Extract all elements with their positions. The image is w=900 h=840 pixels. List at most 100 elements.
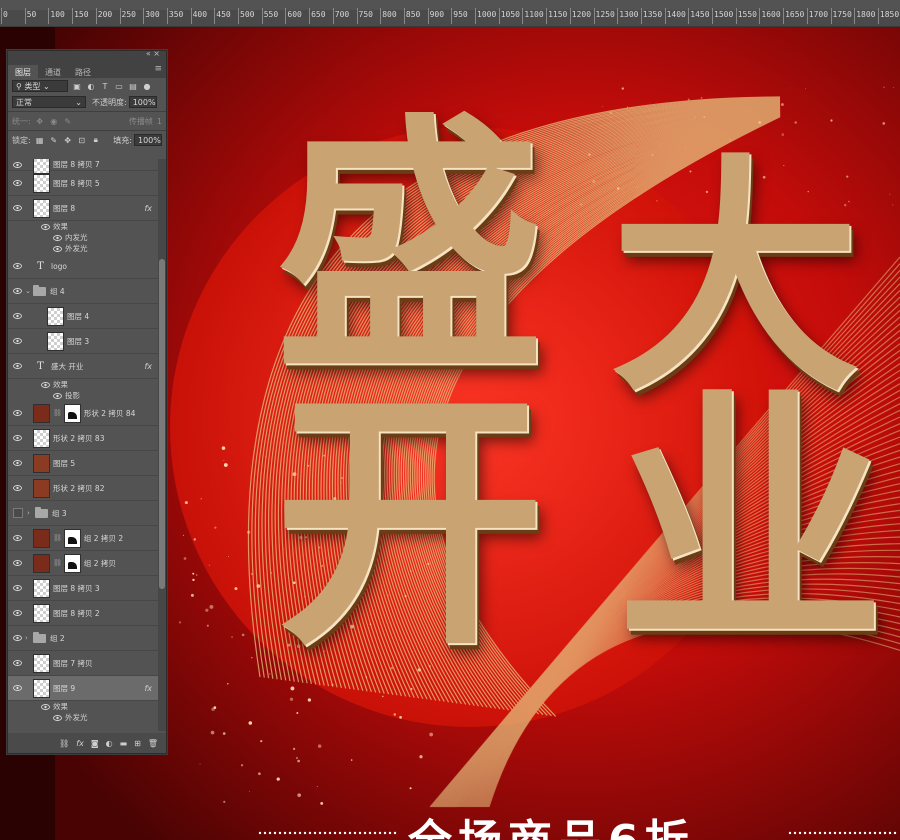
eye-icon[interactable] xyxy=(12,608,22,618)
layer-effects-row[interactable]: 效果 xyxy=(8,701,158,712)
effect-visibility-icon[interactable] xyxy=(52,391,62,401)
layer-effects-row[interactable]: 效果 xyxy=(8,221,158,232)
adjustment-icon[interactable]: ◐ xyxy=(106,739,113,748)
eye-icon[interactable] xyxy=(12,583,22,593)
scrollbar-thumb[interactable] xyxy=(159,259,165,589)
eye-icon[interactable] xyxy=(12,408,22,418)
eye-icon[interactable] xyxy=(12,558,22,568)
effect-visibility-icon[interactable] xyxy=(52,713,62,723)
effect-visibility-icon[interactable] xyxy=(52,244,62,254)
smart-object-filter-icon[interactable]: ▤ xyxy=(128,81,138,91)
layer-effect-item[interactable]: 外发光 xyxy=(8,243,158,254)
lock-artboard-icon[interactable]: ⊡ xyxy=(77,135,87,145)
blend-mode-select[interactable]: 正常 ⌄ xyxy=(12,96,86,108)
eye-icon[interactable] xyxy=(12,160,22,170)
eye-icon[interactable] xyxy=(12,683,22,693)
eye-icon[interactable] xyxy=(12,458,22,468)
effect-visibility-icon[interactable] xyxy=(40,222,50,232)
layer-effect-item[interactable]: 外发光 xyxy=(8,712,158,723)
lock-transparent-icon[interactable]: ▦ xyxy=(35,135,45,145)
shape-filter-icon[interactable]: ▭ xyxy=(114,81,124,91)
layer-row[interactable]: Tlogo xyxy=(8,254,158,279)
eye-icon[interactable] xyxy=(12,203,22,213)
layer-row[interactable]: 图层 3 xyxy=(8,329,158,354)
unify-visibility-icon[interactable]: ◉ xyxy=(49,116,59,126)
expand-caret-icon[interactable]: ⌄ xyxy=(25,287,33,295)
link-icon[interactable]: ⛓ xyxy=(53,559,62,567)
eye-icon[interactable] xyxy=(12,178,22,188)
link-icon[interactable]: ⛓ xyxy=(59,739,69,748)
layer-row[interactable]: › 组 2 xyxy=(8,626,158,651)
panel-menu-icon[interactable]: ≡ xyxy=(154,64,162,74)
eye-icon[interactable] xyxy=(12,533,22,543)
layer-row[interactable]: ⛓ 组 2 拷贝 xyxy=(8,551,158,576)
expand-caret-icon[interactable]: › xyxy=(25,634,33,642)
layer-row[interactable]: 形状 2 拷贝 82 xyxy=(8,476,158,501)
layer-row[interactable]: 图层 5 xyxy=(8,451,158,476)
layer-row[interactable]: 图层 8 拷贝 3 xyxy=(8,576,158,601)
eye-icon[interactable] xyxy=(12,433,22,443)
link-icon[interactable]: ⛓ xyxy=(53,534,62,542)
layer-thumbnail xyxy=(33,198,50,218)
eye-icon[interactable] xyxy=(12,261,22,271)
layers-scrollbar[interactable] xyxy=(158,159,166,731)
eye-icon[interactable] xyxy=(12,311,22,321)
lock-position-icon[interactable]: ✥ xyxy=(63,135,73,145)
layer-row[interactable]: T 盛大 开业 fx xyxy=(8,354,158,379)
fx-icon[interactable]: fx xyxy=(144,684,152,693)
eye-icon[interactable] xyxy=(12,361,22,371)
unify-style-icon[interactable]: ✎ xyxy=(63,116,73,126)
fx-icon[interactable]: fx xyxy=(144,204,152,213)
layer-row[interactable]: 形状 2 拷贝 83 xyxy=(8,426,158,451)
fx-icon[interactable]: fx xyxy=(144,362,152,371)
filter-select[interactable]: ⚲ 类型 ⌄ xyxy=(12,80,68,92)
adjustment-filter-icon[interactable]: ◐ xyxy=(86,81,96,91)
layer-effect-item[interactable]: 投影 xyxy=(8,390,158,401)
propagate-label[interactable]: 传播帧 xyxy=(129,116,153,127)
layer-row[interactable]: ⛓ 组 2 拷贝 2 xyxy=(8,526,158,551)
tab-layers[interactable]: 图层 xyxy=(8,65,38,78)
visibility-off-box[interactable] xyxy=(13,508,23,518)
mask-icon[interactable]: ◙ xyxy=(91,739,99,748)
eye-icon[interactable] xyxy=(12,483,22,493)
trash-icon[interactable]: 🗑︎ xyxy=(148,739,158,748)
lock-all-icon[interactable]: 🔒︎ xyxy=(91,135,101,145)
folder-icon[interactable]: ▬ xyxy=(120,739,128,748)
eye-icon[interactable] xyxy=(12,658,22,668)
effect-visibility-icon[interactable] xyxy=(40,702,50,712)
link-icon[interactable]: ⛓ xyxy=(53,409,62,417)
layer-row[interactable]: 图层 8 拷贝 2 xyxy=(8,601,158,626)
fill-input[interactable]: 100% xyxy=(134,134,162,146)
ruler-tick-label: 1800 xyxy=(854,8,876,24)
layer-effect-item[interactable]: 内发光 xyxy=(8,232,158,243)
layer-row[interactable]: ⛓ 形状 2 拷贝 84 xyxy=(8,401,158,426)
layer-effects-row[interactable]: 效果 xyxy=(8,379,158,390)
layer-row[interactable]: 图层 8 拷贝 5 xyxy=(8,171,158,196)
eye-icon[interactable] xyxy=(12,633,22,643)
effect-visibility-icon[interactable] xyxy=(52,233,62,243)
new-layer-icon[interactable]: ⊞ xyxy=(134,739,141,748)
layer-row[interactable]: › 组 3 xyxy=(8,501,158,526)
layers-list[interactable]: 图层 8 拷贝 7 图层 8 拷贝 5 图层 8 fx 效果 内发光 外发光 Tlogo ⌄ 组 … xyxy=(8,159,158,731)
layer-row[interactable]: 图层 8 拷贝 7 xyxy=(8,159,158,174)
pixel-filter-icon[interactable]: ▣ xyxy=(72,81,82,91)
layer-row[interactable]: 图层 4 xyxy=(8,304,158,329)
eye-icon[interactable] xyxy=(12,286,22,296)
layer-row[interactable]: 图层 8 fx xyxy=(8,196,158,221)
eye-icon[interactable] xyxy=(12,336,22,346)
tab-paths[interactable]: 路径 xyxy=(68,65,98,78)
add-style-icon[interactable]: fx xyxy=(76,739,84,748)
layer-row[interactable]: ⌄ 组 4 xyxy=(8,279,158,304)
unify-position-icon[interactable]: ✥ xyxy=(35,116,45,126)
lock-pixels-icon[interactable]: ✎ xyxy=(49,135,59,145)
filter-toggle-icon[interactable]: ● xyxy=(142,81,152,91)
type-filter-icon[interactable]: T xyxy=(100,81,110,91)
panel-title-bar[interactable]: « × xyxy=(8,49,166,60)
effect-visibility-icon[interactable] xyxy=(40,380,50,390)
opacity-input[interactable]: 100% xyxy=(128,96,157,108)
layer-row[interactable]: 图层 9 fx xyxy=(8,676,158,701)
layer-row[interactable]: 图层 7 拷贝 xyxy=(8,651,158,676)
tab-channels[interactable]: 通道 xyxy=(38,65,68,78)
expand-caret-icon[interactable]: › xyxy=(27,509,35,517)
collapse-icon[interactable]: « × xyxy=(146,49,160,58)
